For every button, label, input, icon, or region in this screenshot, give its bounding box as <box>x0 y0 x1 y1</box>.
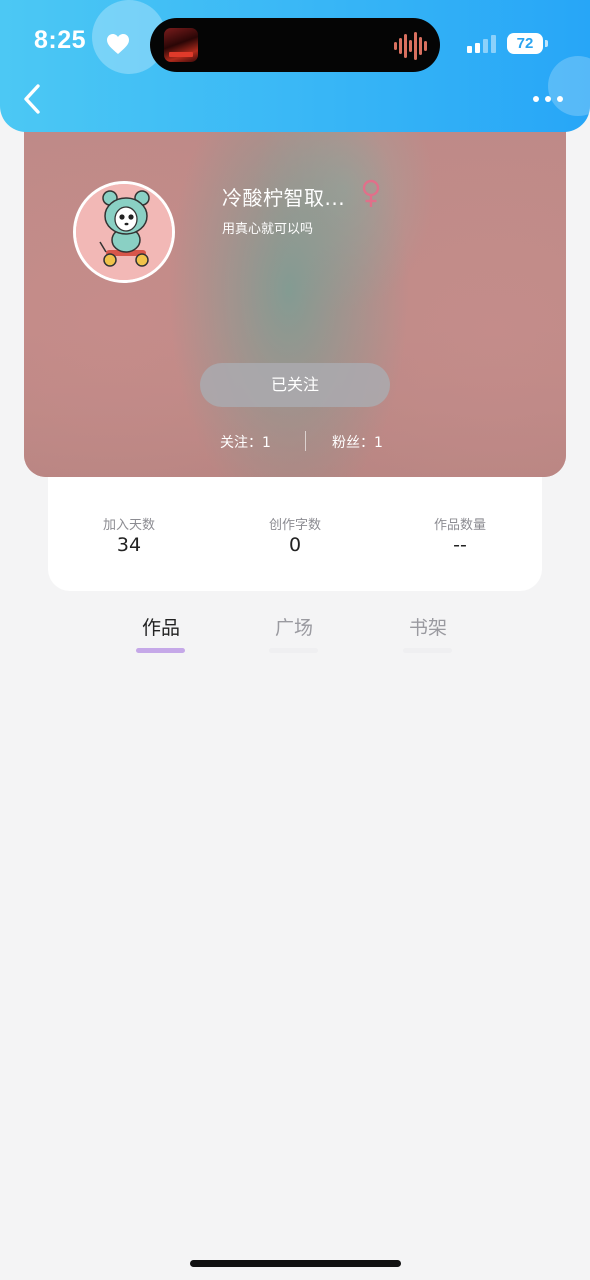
battery-icon: 72 <box>507 33 543 54</box>
profile-card: 冷酸柠智取... 用真心就可以吗 已关注 关注：1 粉丝：1 <box>24 100 566 477</box>
music-waveform-icon <box>394 32 427 60</box>
stat-works-count: 作品数量 -- <box>395 514 525 556</box>
decorative-bubble <box>548 56 590 116</box>
tab-works[interactable]: 作品 <box>131 613 191 653</box>
tab-square[interactable]: 广场 <box>264 613 324 653</box>
tab-label: 广场 <box>274 617 313 639</box>
status-time: 8:25 <box>34 26 87 54</box>
stat-value: -- <box>453 534 467 556</box>
stat-word-count: 创作字数 0 <box>230 514 360 556</box>
top-header: 8:25 72 <box>0 0 590 132</box>
stat-value: 34 <box>116 534 142 556</box>
stat-label: 加入天数 <box>102 518 155 533</box>
stat-label: 创作字数 <box>268 518 321 533</box>
female-icon <box>362 179 380 207</box>
battery-tip <box>545 40 548 47</box>
fans-count[interactable]: 粉丝：1 <box>332 432 383 452</box>
tab-indicator <box>269 648 318 653</box>
more-dots-icon[interactable] <box>532 92 564 106</box>
blurred-background <box>24 100 566 477</box>
home-indicator[interactable] <box>190 1260 401 1267</box>
tab-indicator <box>403 648 452 653</box>
tab-label: 书架 <box>408 617 447 639</box>
avatar[interactable] <box>73 181 175 283</box>
tab-label: 作品 <box>141 617 180 639</box>
album-art-thumbnail <box>164 28 198 62</box>
stat-value: 0 <box>288 534 302 556</box>
cellular-signal-icon <box>467 35 496 53</box>
stat-label: 作品数量 <box>433 518 486 533</box>
dynamic-island[interactable] <box>150 18 440 72</box>
following-count[interactable]: 关注：1 <box>220 432 271 452</box>
user-bio: 用真心就可以吗 <box>222 222 314 237</box>
stat-join-days: 加入天数 34 <box>64 514 194 556</box>
user-nickname: 冷酸柠智取... <box>222 186 346 210</box>
back-chevron-icon[interactable] <box>20 83 46 115</box>
stats-card: 加入天数 34 创作字数 0 作品数量 -- <box>48 462 542 591</box>
tab-indicator <box>136 648 185 653</box>
stat-divider <box>305 431 306 451</box>
followed-button[interactable]: 已关注 <box>200 363 390 407</box>
heart-icon <box>107 34 129 54</box>
tab-bookshelf[interactable]: 书架 <box>398 613 458 653</box>
avatar-illustration <box>76 184 172 280</box>
